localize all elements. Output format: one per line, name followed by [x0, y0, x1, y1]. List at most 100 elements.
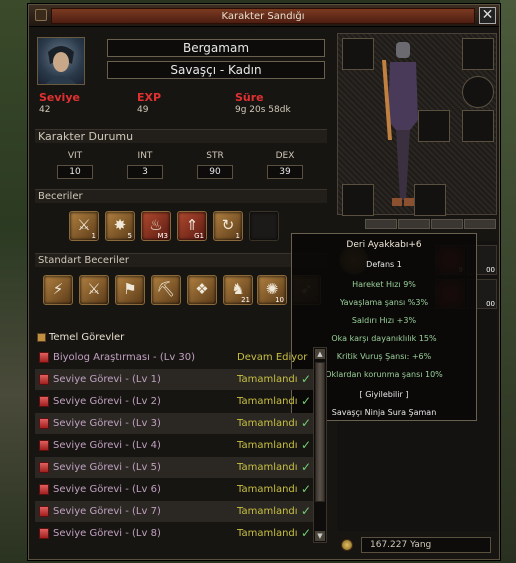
tooltip-line: Yavaşlama şansı %3%	[339, 298, 429, 307]
int-value: 3	[127, 165, 163, 179]
flag-icon: ⚑	[123, 280, 137, 298]
armor-figure-icon	[382, 42, 418, 206]
knot-icon: ❖	[195, 280, 209, 298]
scroll-icon	[39, 440, 49, 451]
standard-skill-3[interactable]: ⚑	[115, 275, 145, 305]
standard-skill-1[interactable]: ⚡	[43, 275, 73, 305]
inventory-tabs	[365, 219, 497, 229]
quest-section-title: Temel Görevler	[49, 332, 125, 343]
tooltip-line: Saldırı Hızı +3%	[351, 316, 417, 325]
dex-label: DEX	[275, 151, 295, 161]
inventory-tab-1[interactable]	[365, 219, 397, 229]
vit-label: VIT	[67, 151, 83, 161]
quest-row[interactable]: Seviye Görevi - (Lv 4) Tamamlandı ✓	[35, 435, 313, 456]
quest-name: Seviye Görevi - (Lv 3)	[53, 418, 161, 429]
playtime-value: 9g 20s 58dk	[235, 105, 291, 115]
equipment-panel	[337, 33, 497, 216]
scroll-down-icon[interactable]: ▼	[315, 531, 325, 541]
quest-status: Tamamlandı	[237, 440, 298, 451]
scroll-icon	[39, 528, 49, 539]
skill-level: 5	[127, 232, 132, 240]
character-window: Karakter Sandığı ✕ Bergamam Savaşçı - Ka…	[28, 4, 500, 560]
standard-skill-7[interactable]: ✺ 10	[257, 275, 287, 305]
quest-status: Tamamlandı	[237, 506, 298, 517]
quest-row[interactable]: Seviye Görevi - (Lv 1) Tamamlandı ✓	[35, 369, 313, 390]
horse-charge-icon: ⚡	[52, 280, 64, 298]
checkmark-icon: ✓	[301, 460, 312, 474]
quest-status: Tamamlandı	[237, 396, 298, 407]
quest-row[interactable]: Seviye Görevi - (Lv 5) Tamamlandı ✓	[35, 457, 313, 478]
checkmark-icon: ✓	[301, 504, 312, 518]
avatar	[37, 37, 85, 85]
checkmark-icon: ✓	[301, 416, 312, 430]
skill-level: G1	[194, 232, 204, 240]
quest-row[interactable]: Seviye Görevi - (Lv 6) Tamamlandı ✓	[35, 479, 313, 500]
quest-status: Tamamlandı	[237, 484, 298, 495]
bracelet-icon[interactable]	[462, 110, 494, 142]
inventory-tab-2[interactable]	[398, 219, 430, 229]
game-background-left	[0, 0, 30, 563]
standard-skill-4[interactable]: ⛏	[151, 275, 181, 305]
skill-slot-5[interactable]: ↻ 1	[213, 211, 243, 241]
quest-name: Seviye Görevi - (Lv 7)	[53, 506, 161, 517]
skill-level: M3	[157, 232, 169, 240]
str-label: STR	[206, 151, 224, 161]
skill-slot-4[interactable]: ⇑ G1	[177, 211, 207, 241]
quest-row[interactable]: Seviye Görevi - (Lv 2) Tamamlandı ✓	[35, 391, 313, 412]
item-count: 00	[486, 300, 495, 308]
standard-skill-5[interactable]: ❖	[187, 275, 217, 305]
tooltip-title: Deri Ayakkabı+6	[346, 240, 422, 250]
checkmark-icon: ✓	[301, 372, 312, 386]
skill-slot-1[interactable]: ⚔ 1	[69, 211, 99, 241]
equip-slot-bottom-left[interactable]	[342, 184, 374, 216]
character-class: Savaşçı - Kadın	[107, 61, 325, 79]
title-banner: Karakter Sandığı	[51, 8, 475, 24]
close-button[interactable]: ✕	[479, 7, 496, 24]
exp-label: EXP	[137, 91, 162, 104]
tooltip-line: Hareket Hızı 9%	[352, 280, 416, 289]
coin-icon	[341, 539, 353, 551]
checkmark-icon: ✓	[301, 482, 312, 496]
equip-slot-top-right[interactable]	[462, 38, 494, 70]
skill-slot-3[interactable]: ♨ M3	[141, 211, 171, 241]
dex-value: 39	[267, 165, 303, 179]
scroll-icon	[39, 462, 49, 473]
level-value: 42	[39, 105, 51, 115]
item-count: 00	[486, 266, 495, 274]
quest-name: Seviye Görevi - (Lv 6)	[53, 484, 161, 495]
scroll-up-icon[interactable]: ▲	[315, 349, 325, 359]
window-title: Karakter Sandığı	[221, 11, 305, 22]
quest-row[interactable]: Seviye Görevi - (Lv 7) Tamamlandı ✓	[35, 501, 313, 522]
quest-row[interactable]: Seviye Görevi - (Lv 8) Tamamlandı ✓	[35, 523, 313, 544]
quest-book-icon	[37, 333, 46, 342]
inventory-tab-4[interactable]	[464, 219, 496, 229]
standard-skill-6[interactable]: ♞ 21	[223, 275, 253, 305]
status-section-header: Karakter Durumu	[35, 129, 327, 143]
skill-level: 1	[235, 232, 240, 240]
skill-slot-empty[interactable]	[249, 211, 279, 241]
equip-slot-helmet[interactable]	[342, 38, 374, 70]
standard-skill-2[interactable]: ⚔	[79, 275, 109, 305]
crossed-weapons-icon: ⚔	[87, 280, 101, 298]
quest-status: Devam Ediyor	[237, 352, 308, 363]
scroll-icon	[39, 506, 49, 517]
playtime-label: Süre	[235, 91, 264, 104]
inventory-tab-3[interactable]	[431, 219, 463, 229]
quest-row[interactable]: Seviye Görevi - (Lv 3) Tamamlandı ✓	[35, 413, 313, 434]
quest-name: Seviye Görevi - (Lv 5)	[53, 462, 161, 473]
scroll-icon	[39, 484, 49, 495]
quest-scrollbar[interactable]: ▲ ▼	[313, 347, 327, 543]
quest-section-header[interactable]: Temel Görevler	[35, 331, 327, 345]
title-bar[interactable]: Karakter Sandığı ✕	[29, 5, 499, 27]
window-icon	[35, 9, 47, 21]
skill-slot-2[interactable]: ✸ 5	[105, 211, 135, 241]
shield-icon[interactable]	[462, 76, 494, 108]
scrollbar-thumb[interactable]	[315, 362, 325, 502]
str-value: 90	[197, 165, 233, 179]
quest-status: Tamamlandı	[237, 374, 298, 385]
skill-level: 10	[275, 296, 284, 304]
vit-value: 10	[57, 165, 93, 179]
yang-amount: 167.227 Yang	[361, 537, 491, 553]
quest-row[interactable]: Biyolog Araştırması - (Lv 30) Devam Ediy…	[35, 347, 313, 368]
scroll-icon	[39, 374, 49, 385]
